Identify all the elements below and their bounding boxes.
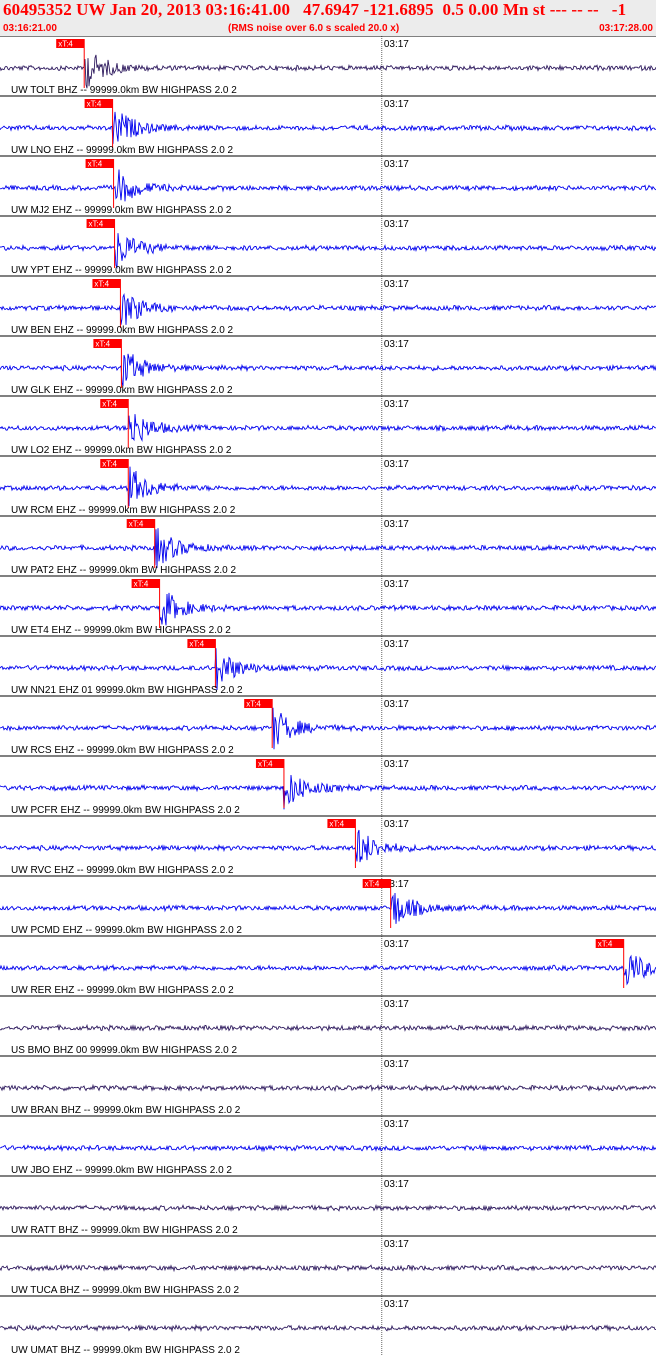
- event-header: 60495352 UW Jan 20, 2013 03:16:41.00 47.…: [0, 0, 656, 36]
- station-label: UW TUCA BHZ -- 99999.0km BW HIGHPASS 2.0…: [11, 1285, 239, 1296]
- minute-tick-label: 03:17: [384, 339, 409, 350]
- waveform-trace: [0, 892, 656, 924]
- event-title: 60495352 UW Jan 20, 2013 03:16:41.00 47.…: [3, 0, 627, 19]
- station-label: UW BEN EHZ -- 99999.0km BW HIGHPASS 2.0 …: [11, 325, 234, 336]
- station-label: UW YPT EHZ -- 99999.0km BW HIGHPASS 2.0 …: [11, 265, 232, 276]
- waveform-trace: [0, 111, 656, 144]
- station-label: UW RVC EHZ -- 99999.0km BW HIGHPASS 2.0 …: [11, 865, 234, 876]
- station-label: UW PAT2 EHZ -- 99999.0km BW HIGHPASS 2.0…: [11, 565, 236, 576]
- waveform-trace: [0, 293, 656, 325]
- waveform-trace: [0, 466, 656, 507]
- minute-tick-label: 03:17: [384, 1179, 409, 1190]
- station-label: UW GLK EHZ -- 99999.0km BW HIGHPASS 2.0 …: [11, 385, 233, 396]
- waveform-trace: [0, 1023, 656, 1032]
- end-time-label: 03:17:28.00: [599, 23, 653, 34]
- station-label: US BMO BHZ 00 99999.0km BW HIGHPASS 2.0 …: [11, 1045, 237, 1056]
- pick-label: xT:4: [189, 640, 204, 649]
- station-label: UW MJ2 EHZ -- 99999.0km BW HIGHPASS 2.0 …: [11, 205, 232, 216]
- station-label: UW PCFR EHZ -- 99999.0km BW HIGHPASS 2.0…: [11, 805, 240, 816]
- station-label: UW RCS EHZ -- 99999.0km BW HIGHPASS 2.0 …: [11, 745, 234, 756]
- minute-tick-label: 03:17: [384, 939, 409, 950]
- pick-label: xT:4: [365, 880, 380, 889]
- minute-tick-label: 03:17: [384, 1299, 409, 1310]
- waveform-trace: [0, 1263, 656, 1273]
- pick-label: xT:4: [258, 760, 273, 769]
- waveform-trace: [0, 648, 656, 691]
- waveform-trace: [0, 954, 656, 986]
- station-label: UW ET4 EHZ -- 99999.0km BW HIGHPASS 2.0 …: [11, 625, 231, 636]
- pick-label: xT:4: [329, 820, 344, 829]
- start-time-label: 03:16:21.00: [3, 23, 57, 34]
- pick-label: xT:4: [58, 40, 73, 49]
- minute-tick-label: 03:17: [384, 699, 409, 710]
- minute-tick-label: 03:17: [384, 99, 409, 110]
- pick-label: xT:4: [88, 160, 103, 169]
- minute-tick-label: 03:17: [384, 39, 409, 50]
- waveform-trace: [0, 353, 656, 387]
- pick-label: xT:4: [598, 940, 613, 949]
- minute-tick-label: 03:17: [384, 759, 409, 770]
- pick-label: xT:4: [95, 340, 110, 349]
- pick-label: xT:4: [134, 580, 149, 589]
- station-label: UW RATT BHZ -- 99999.0km BW HIGHPASS 2.0…: [11, 1225, 238, 1236]
- minute-tick-label: 03:17: [384, 1239, 409, 1250]
- station-label: UW RER EHZ -- 99999.0km BW HIGHPASS 2.0 …: [11, 985, 234, 996]
- minute-tick-label: 03:17: [384, 159, 409, 170]
- station-label: UW PCMD EHZ -- 99999.0km BW HIGHPASS 2.0…: [11, 925, 242, 936]
- station-label: UW JBO EHZ -- 99999.0km BW HIGHPASS 2.0 …: [11, 1165, 232, 1176]
- waveform-trace: [0, 829, 656, 863]
- minute-tick-label: 03:17: [384, 459, 409, 470]
- minute-tick-label: 03:17: [384, 819, 409, 830]
- station-label: UW BRAN BHZ -- 99999.0km BW HIGHPASS 2.0…: [11, 1105, 241, 1116]
- waveform-trace: [0, 1144, 656, 1153]
- station-label: UW LNO EHZ -- 99999.0km BW HIGHPASS 2.0 …: [11, 145, 234, 156]
- rms-noise-note: (RMS noise over 6.0 s scaled 20.0 x): [228, 23, 400, 34]
- pick-label: xT:4: [102, 400, 117, 409]
- waveform-trace: [0, 169, 656, 202]
- pick-label: xT:4: [89, 220, 104, 229]
- pick-label: xT:4: [246, 700, 261, 709]
- minute-tick-label: 03:17: [384, 279, 409, 290]
- waveform-trace: [0, 414, 656, 442]
- minute-tick-label: 03:17: [384, 399, 409, 410]
- pick-label: xT:4: [129, 520, 144, 529]
- waveform-trace: [0, 1323, 656, 1333]
- minute-tick-label: 03:17: [384, 519, 409, 530]
- pick-label: xT:4: [94, 280, 109, 289]
- pick-label: xT:4: [102, 460, 117, 469]
- seismogram-plot: 03:17 xT:4 UW TOLT BHZ -- 99999.0km BW HIG…: [0, 36, 656, 1356]
- waveform-trace: [0, 707, 656, 750]
- waveform-trace: [0, 54, 656, 89]
- station-label: UW NN21 EHZ 01 99999.0km BW HIGHPASS 2.0…: [11, 685, 243, 696]
- station-label: UW UMAT BHZ -- 99999.0km BW HIGHPASS 2.0…: [11, 1345, 240, 1356]
- minute-tick-label: 03:17: [384, 1059, 409, 1070]
- waveform-trace: [0, 1203, 656, 1213]
- minute-tick-label: 03:17: [384, 1119, 409, 1130]
- station-label: UW RCM EHZ -- 99999.0km BW HIGHPASS 2.0 …: [11, 505, 236, 516]
- station-label: UW TOLT BHZ -- 99999.0km BW HIGHPASS 2.0…: [11, 85, 237, 96]
- station-label: UW LO2 EHZ -- 99999.0km BW HIGHPASS 2.0 …: [11, 445, 232, 456]
- waveform-trace: [0, 528, 656, 569]
- minute-tick-label: 03:17: [384, 639, 409, 650]
- waveform-trace: [0, 592, 656, 626]
- pick-label: xT:4: [87, 100, 102, 109]
- minute-tick-label: 03:17: [384, 579, 409, 590]
- minute-tick-label: 03:17: [384, 999, 409, 1010]
- waveform-trace: [0, 1083, 656, 1093]
- minute-tick-label: 03:17: [384, 219, 409, 230]
- waveform-trace: [0, 233, 656, 269]
